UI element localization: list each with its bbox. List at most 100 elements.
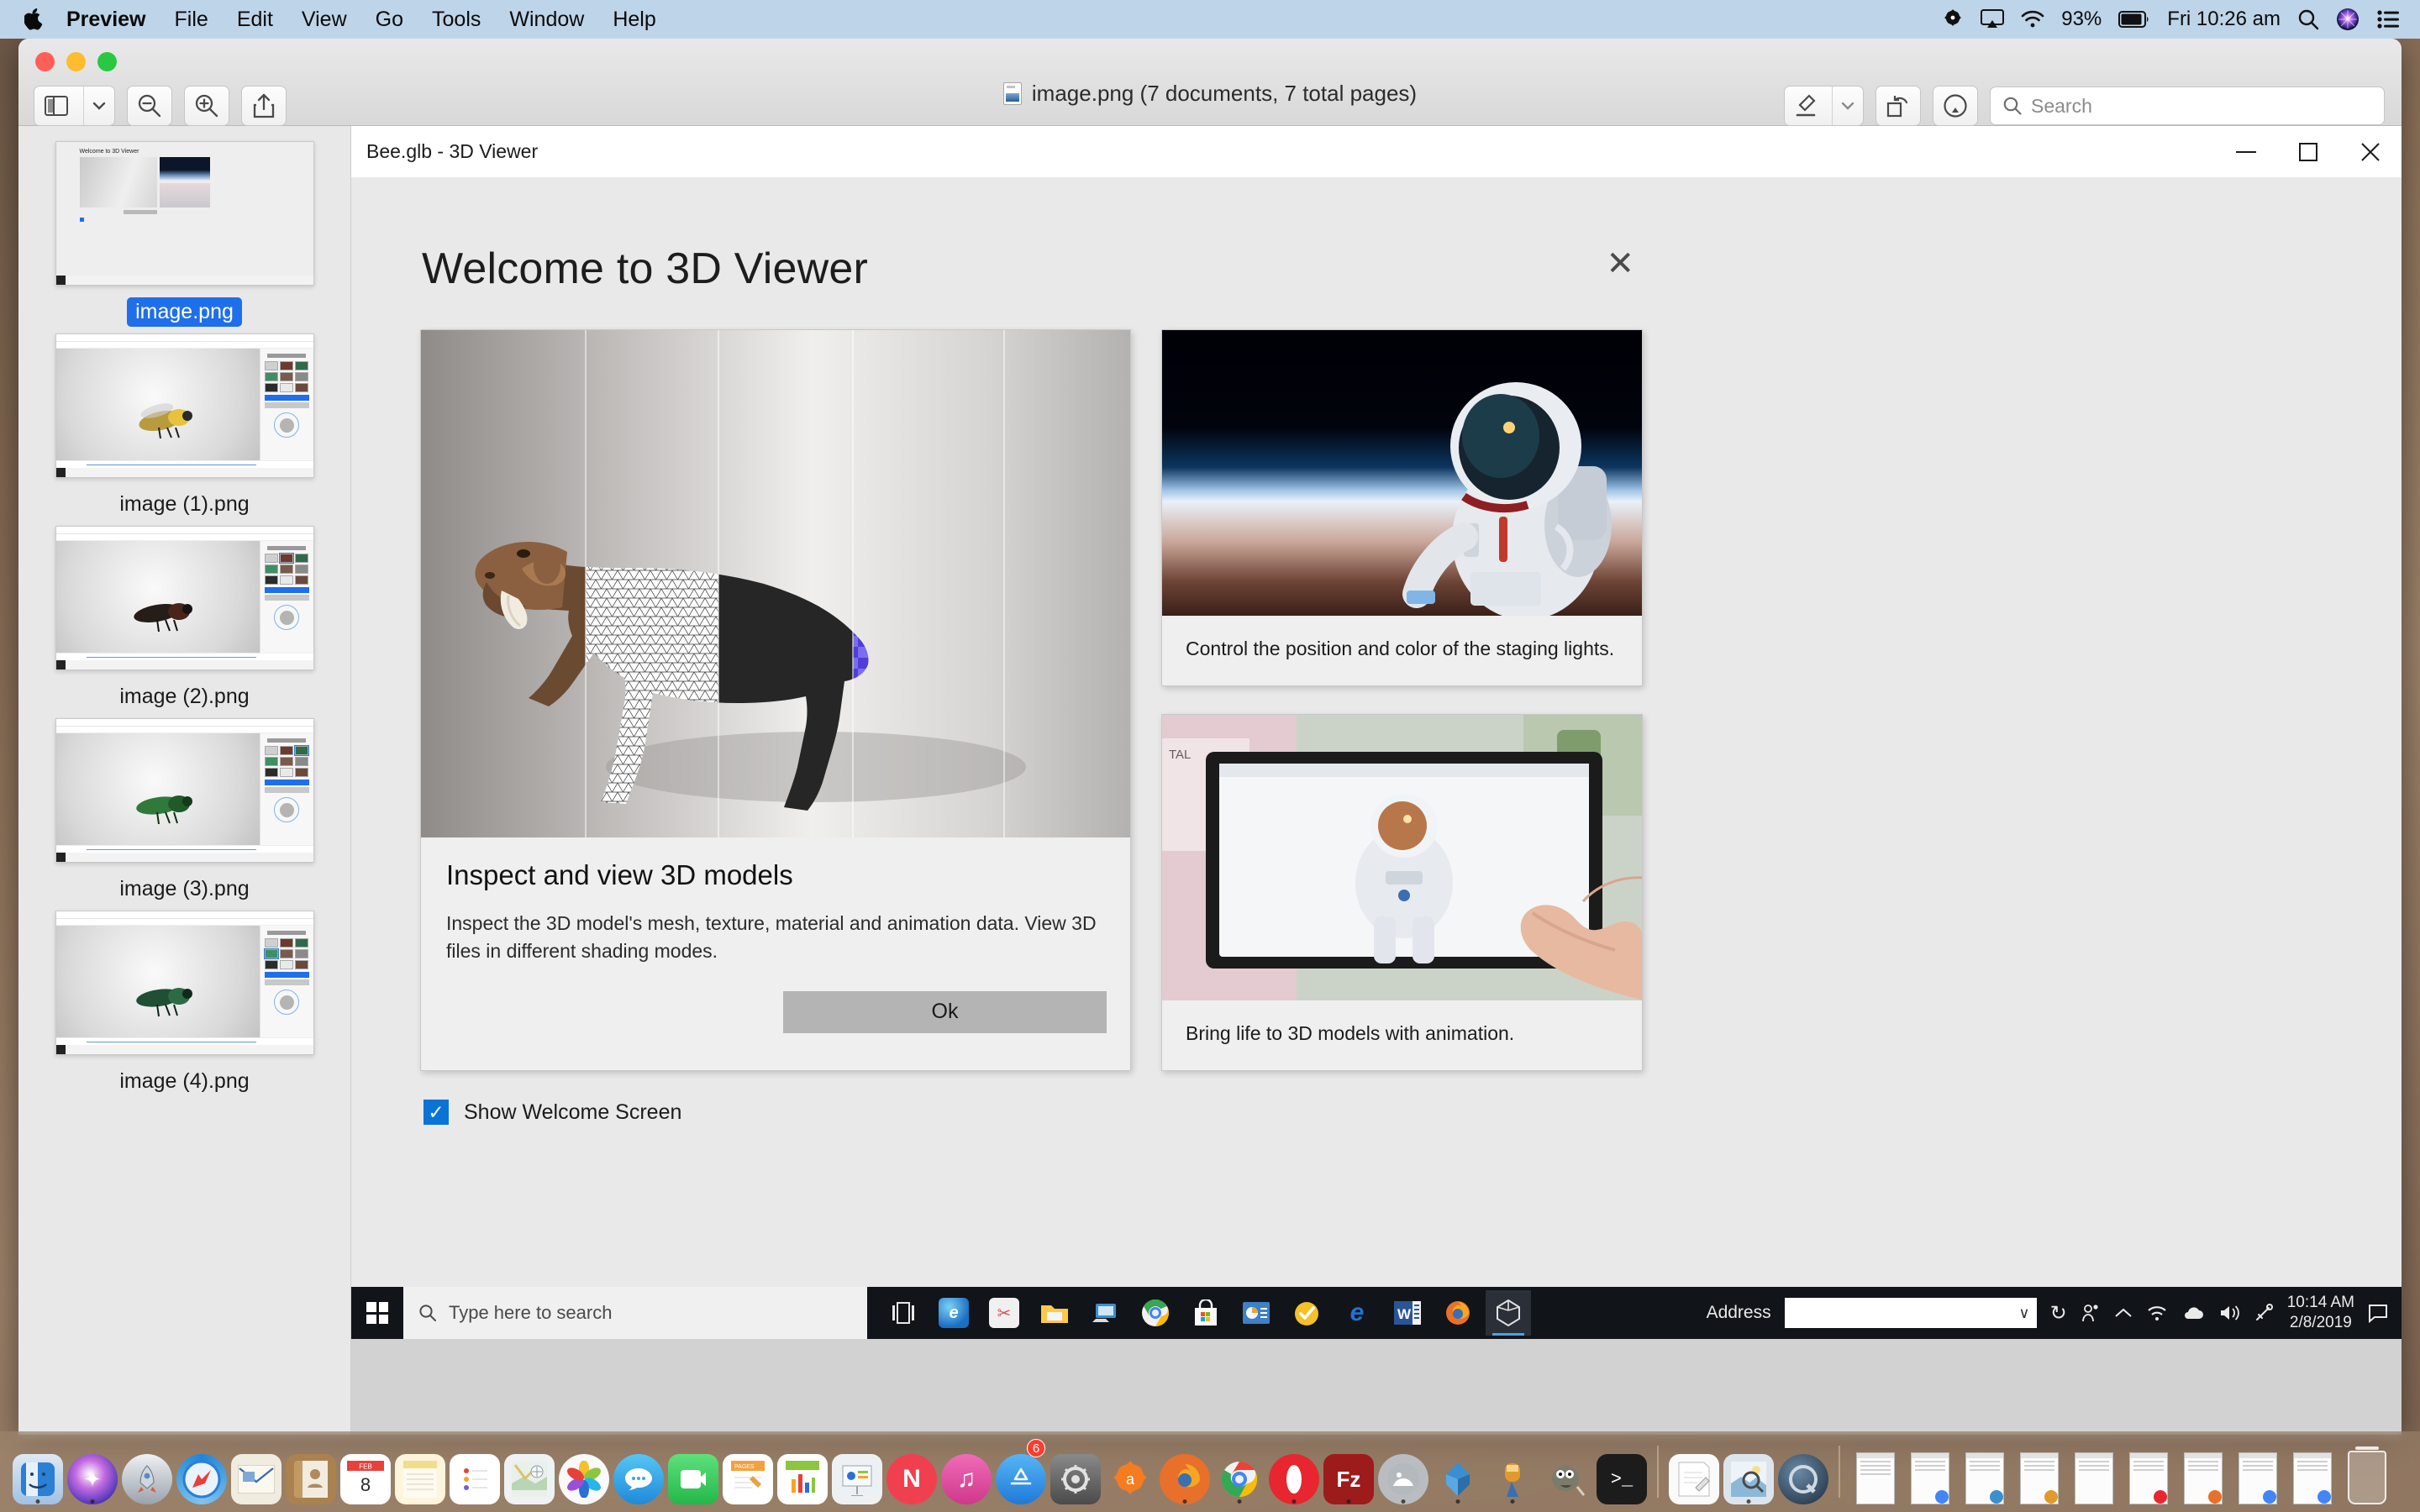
list-item-label[interactable]: image (4).png — [111, 1067, 257, 1096]
dock-item-minimized-window[interactable] — [2232, 1439, 2284, 1504]
dock-item-terminal[interactable]: >_ — [1596, 1439, 1648, 1504]
maximize-window-button[interactable] — [97, 52, 117, 71]
dock-item-system-preferences[interactable] — [1050, 1439, 1102, 1504]
minimize-window-button[interactable] — [66, 52, 86, 71]
dock-item-contacts[interactable] — [285, 1439, 337, 1504]
chevron-up-icon[interactable] — [2114, 1307, 2133, 1319]
windows-start-button[interactable] — [351, 1287, 403, 1339]
people-icon[interactable] — [2081, 1303, 2101, 1323]
dock-item-google-chrome[interactable] — [1213, 1439, 1265, 1504]
list-item[interactable]: image (1).png — [18, 333, 350, 519]
welcome-side-card-animation[interactable]: TAL Bring life to 3D models with animati… — [1161, 714, 1643, 1071]
zoom-in-button[interactable] — [184, 86, 229, 126]
sidebar-toggle-button[interactable] — [34, 86, 115, 126]
markup-highlight-button[interactable] — [1784, 86, 1864, 126]
dock-item-mail[interactable] — [230, 1439, 282, 1504]
dock-item-notes[interactable] — [394, 1439, 446, 1504]
volume-icon[interactable] — [2218, 1304, 2240, 1322]
dock-item-firefox[interactable] — [1159, 1439, 1211, 1504]
menu-help[interactable]: Help — [598, 8, 670, 32]
dock-item-siri[interactable]: ✦ — [66, 1439, 118, 1504]
thumbnail-image[interactable]: Welcome to 3D Viewer — [55, 141, 314, 286]
markup-button[interactable] — [1933, 86, 1978, 126]
dock-item-minimized-window[interactable] — [2123, 1439, 2175, 1504]
welcome-main-card[interactable]: Inspect and view 3D models Inspect the 3… — [420, 329, 1131, 1071]
apple-logo-icon[interactable] — [15, 8, 52, 30]
pen-icon[interactable] — [2254, 1303, 2274, 1323]
menu-file[interactable]: File — [160, 8, 223, 32]
google-chrome-icon[interactable] — [1133, 1290, 1178, 1336]
dock-item-trash[interactable] — [2341, 1439, 2393, 1504]
dock-item-app-store[interactable]: 6 — [995, 1439, 1047, 1504]
menu-edit[interactable]: Edit — [223, 8, 287, 32]
wifi-icon[interactable] — [2021, 10, 2044, 29]
dock-item-pages[interactable]: PAGES — [722, 1439, 774, 1504]
close-icon[interactable]: ✕ — [1597, 244, 1643, 284]
microsoft-store-icon[interactable] — [1183, 1290, 1228, 1336]
sidebar-icon[interactable] — [34, 87, 78, 125]
avast-icon[interactable] — [1942, 8, 1964, 30]
list-item-label[interactable]: image (2).png — [111, 682, 257, 711]
siri-icon[interactable] — [2336, 8, 2360, 31]
3d-viewer-icon[interactable] — [1486, 1290, 1531, 1336]
menu-tools[interactable]: Tools — [418, 8, 495, 32]
powerpoint-icon[interactable] — [1234, 1290, 1279, 1336]
dock-item-finder[interactable] — [12, 1439, 64, 1504]
minimize-button[interactable] — [2215, 126, 2277, 177]
dock-item-gimp[interactable] — [1541, 1439, 1593, 1504]
dock-item-filezilla[interactable]: Fz — [1323, 1439, 1375, 1504]
dock-item-photos[interactable] — [558, 1439, 610, 1504]
firefox-icon[interactable] — [1435, 1290, 1481, 1336]
word-icon[interactable]: W — [1385, 1290, 1430, 1336]
dock-item-mamp-server[interactable] — [1486, 1439, 1539, 1504]
thumbnail-image[interactable] — [55, 526, 314, 670]
ok-button[interactable]: Ok — [783, 990, 1107, 1033]
dock-item-quicktime[interactable] — [1777, 1439, 1829, 1504]
dock-item-minimized-window[interactable] — [2068, 1439, 2120, 1504]
rotate-button[interactable] — [1876, 86, 1921, 126]
list-item-label[interactable]: image (3).png — [111, 874, 257, 904]
list-item[interactable]: image (3).png — [18, 718, 350, 904]
taskbar-clock[interactable]: 10:14 AM 2/8/2019 — [2287, 1293, 2354, 1333]
dock-item-mamp[interactable] — [1377, 1439, 1429, 1504]
chevron-down-icon[interactable]: ∨ — [2018, 1305, 2029, 1322]
dock-item-minimized-window[interactable] — [2286, 1439, 2338, 1504]
menubar-clock[interactable]: Fri 10:26 am — [2167, 8, 2281, 31]
battery-icon[interactable] — [2118, 11, 2150, 28]
taskbar-search-input[interactable]: Type here to search — [403, 1287, 867, 1339]
highlighter-pen-icon[interactable] — [1785, 87, 1827, 125]
show-welcome-screen-checkbox[interactable]: ✓ — [424, 1100, 449, 1125]
menu-go[interactable]: Go — [361, 8, 418, 32]
refresh-icon[interactable]: ↻ — [2050, 1301, 2067, 1326]
dock-item-minimized-window[interactable] — [1904, 1439, 1956, 1504]
dock-item-minimized-window[interactable] — [2177, 1439, 2229, 1504]
dock-item-facetime[interactable] — [667, 1439, 719, 1504]
dock-item-reminders[interactable] — [449, 1439, 501, 1504]
dock-item-textedit[interactable] — [1668, 1439, 1720, 1504]
welcome-side-card-lighting[interactable]: Control the position and color of the st… — [1161, 329, 1643, 686]
dock-item-calendar[interactable]: FEB 8 — [339, 1439, 392, 1504]
dock-item-messages[interactable] — [613, 1439, 665, 1504]
list-item[interactable]: image (4).png — [18, 911, 350, 1096]
control-center-icon[interactable] — [2376, 10, 2400, 29]
magnifier-minus-icon[interactable] — [137, 93, 162, 118]
snipping-tool-icon[interactable]: ✂ — [981, 1290, 1027, 1336]
dock-item-avast[interactable]: a — [1104, 1439, 1156, 1504]
file-explorer-icon[interactable] — [1032, 1290, 1077, 1336]
thumbnail-sidebar[interactable]: Welcome to 3D Viewer image.png image (1)… — [18, 126, 351, 1435]
network-icon[interactable] — [2146, 1304, 2168, 1322]
dock-item-minimized-window[interactable] — [1849, 1439, 1902, 1504]
thumbnail-image[interactable] — [55, 333, 314, 478]
address-combobox[interactable]: ∨ — [1784, 1298, 2037, 1328]
menu-preview[interactable]: Preview — [52, 8, 160, 32]
rotate-icon[interactable] — [1886, 93, 1911, 118]
dock-item-minimized-window[interactable] — [2013, 1439, 2065, 1504]
close-window-button[interactable] — [35, 52, 55, 71]
markup-pen-icon[interactable] — [1943, 93, 1968, 118]
dock-item-numbers[interactable] — [776, 1439, 829, 1504]
dock-item-itunes[interactable]: ♫ — [940, 1439, 992, 1504]
internet-explorer-icon[interactable]: e — [931, 1290, 976, 1336]
share-button[interactable] — [241, 86, 287, 126]
chevron-down-icon[interactable] — [83, 87, 114, 125]
dock-item-preview[interactable] — [1723, 1439, 1775, 1504]
